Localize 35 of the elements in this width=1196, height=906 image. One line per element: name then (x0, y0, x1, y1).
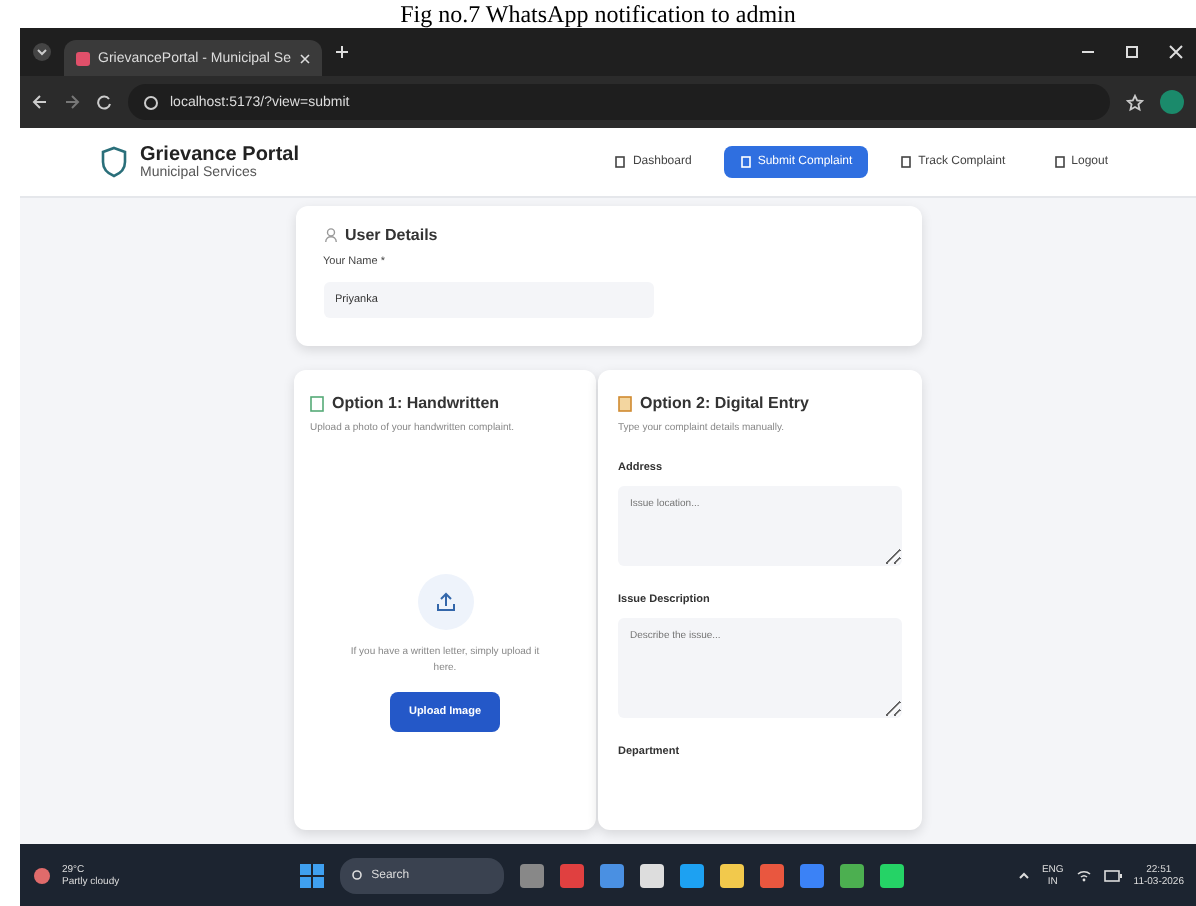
nav-icon (739, 156, 752, 168)
section-title: Option 2: Digital Entry (640, 394, 809, 412)
search-icon (351, 869, 364, 881)
taskbar-app-icon[interactable] (839, 863, 864, 887)
figure-caption: Fig no.7 WhatsApp notification to admin (398, 0, 798, 28)
chevron-up-icon[interactable] (1017, 869, 1030, 881)
portal-title: Grievance Portal (140, 144, 299, 166)
start-icon[interactable] (299, 863, 324, 887)
reload-icon[interactable] (96, 94, 112, 110)
wifi-icon[interactable] (1075, 868, 1092, 882)
section-title: Option 1: Handwritten (332, 394, 500, 412)
nav-icon (614, 156, 627, 168)
nav-icon (900, 156, 913, 168)
taskbar-app-icon[interactable] (879, 863, 904, 887)
profile-avatar-icon[interactable] (1160, 90, 1184, 114)
forward-icon[interactable] (64, 94, 80, 110)
nav-icon (1053, 156, 1066, 168)
close-icon[interactable] (1168, 44, 1184, 60)
upload-icon (417, 574, 473, 630)
back-icon[interactable] (32, 94, 48, 110)
document-icon (310, 395, 324, 411)
taskbar-app-icon[interactable] (599, 863, 624, 887)
user-icon (323, 228, 337, 242)
favicon-icon (76, 51, 90, 65)
section-title: User Details (345, 226, 438, 244)
star-icon[interactable] (1126, 93, 1144, 111)
tab-close-icon[interactable] (299, 53, 309, 63)
document-icon (618, 395, 632, 411)
new-tab-icon[interactable] (333, 44, 349, 60)
shield-icon (100, 146, 128, 178)
taskbar-app-icon[interactable] (639, 863, 664, 887)
restore-icon[interactable] (1124, 44, 1140, 60)
taskbar-app-icon[interactable] (719, 863, 744, 887)
battery-icon[interactable] (1103, 869, 1122, 881)
taskbar-app-icon[interactable] (679, 863, 704, 887)
